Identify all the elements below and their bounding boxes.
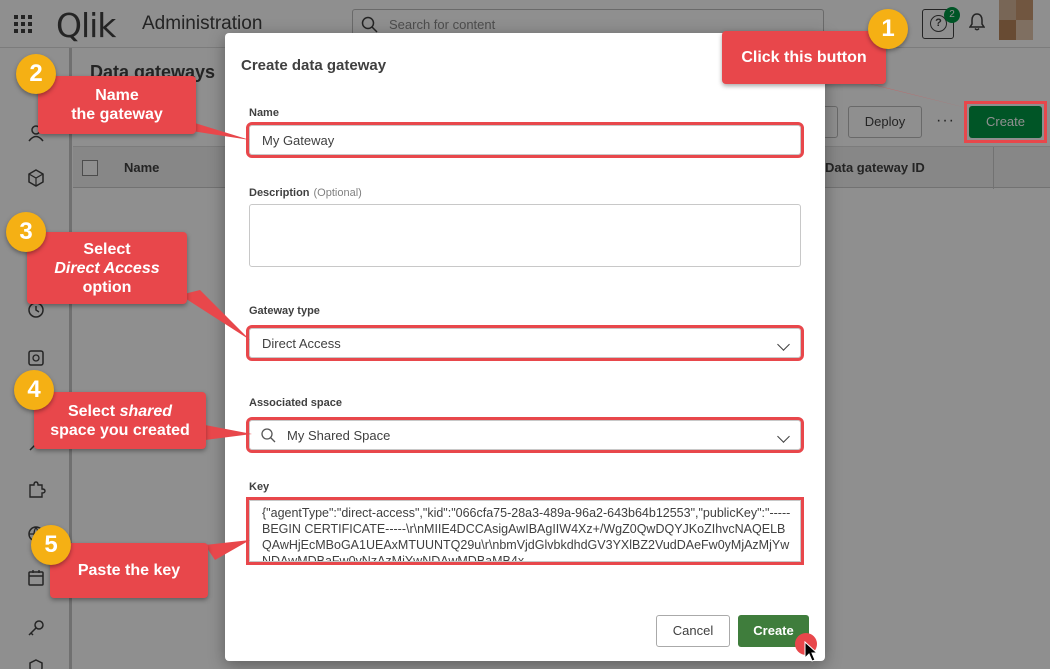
step3-badge: 3 <box>6 212 46 252</box>
create-button-highlight <box>964 101 1047 143</box>
callout-step1: Click this button <box>722 31 886 84</box>
callout-step4: Select shared space you created <box>34 392 206 449</box>
callout-step5: Paste the key <box>50 543 208 598</box>
step4-badge: 4 <box>14 370 54 410</box>
step5-badge: 5 <box>31 525 71 565</box>
callout-step3: Select Direct Access option <box>27 232 187 304</box>
callout-step2: Name the gateway <box>38 76 196 134</box>
step2-badge: 2 <box>16 54 56 94</box>
step1-badge: 1 <box>868 9 908 49</box>
